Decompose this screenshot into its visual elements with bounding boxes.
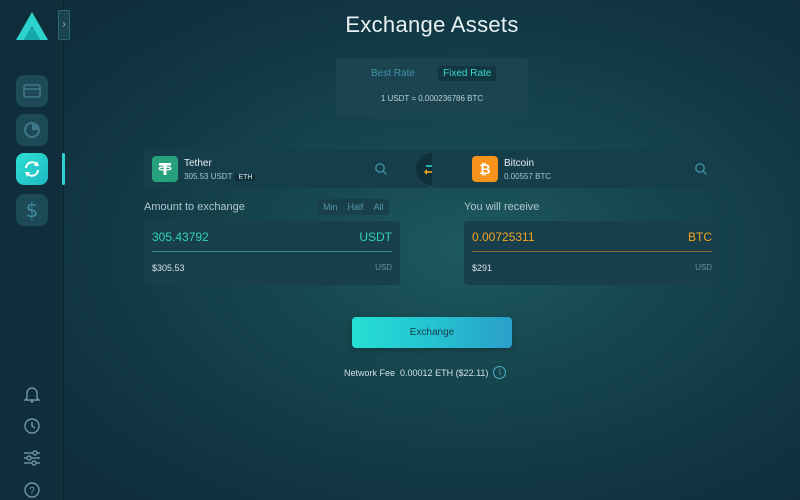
sidebar: › $ ? (0, 0, 70, 500)
dollar-icon: $ (25, 198, 39, 222)
rate-selector: Best Rate Fixed Rate 1 USDT = 0.00023678… (336, 58, 528, 116)
search-icon[interactable] (694, 162, 708, 176)
amount-to-exchange-label: Amount to exchange (144, 201, 245, 213)
from-asset-name: Tether (184, 158, 212, 169)
help-icon: ? (24, 482, 40, 498)
bell-icon (24, 387, 40, 403)
receive-amount-card: 0.00725311 BTC $291 USD (464, 221, 720, 285)
network-fee-label: Network Fee (344, 367, 396, 378)
info-icon[interactable]: i (493, 366, 507, 379)
send-amount-input[interactable]: 305.43792 (152, 230, 209, 244)
from-asset-balance: 305.53 USDT ETH (184, 172, 256, 181)
tab-best-rate[interactable]: Best Rate (366, 66, 420, 81)
to-asset-balance: 0.00557 BTC (504, 172, 552, 181)
amount-preset-buttons: Min Half All (318, 199, 389, 215)
history-button[interactable] (22, 416, 42, 436)
search-icon[interactable] (374, 162, 388, 176)
send-currency: USDT (359, 230, 392, 244)
receive-usd-value: $291 (472, 263, 493, 273)
nav-portfolio[interactable] (16, 114, 48, 146)
send-usd-value: $305.53 (152, 263, 185, 273)
network-fee: Network Fee 0.00012 ETH ($22.11) i (344, 366, 507, 379)
page-title: Exchange Assets (345, 12, 519, 37)
half-button[interactable]: Half (343, 199, 369, 215)
nav-wallet[interactable] (16, 75, 48, 107)
app-logo[interactable] (14, 10, 50, 42)
send-usd-label: USD (375, 263, 392, 272)
portfolio-chart-icon (24, 122, 40, 138)
exchange-button[interactable]: Exchange (352, 317, 512, 348)
exchange-icon (25, 161, 39, 177)
wallet-icon (23, 84, 41, 98)
notifications-button[interactable] (22, 384, 42, 404)
network-fee-value: 0.00012 ETH ($22.11) (400, 367, 489, 378)
tether-icon (152, 156, 178, 182)
bitcoin-icon: ₿ (472, 156, 498, 182)
to-asset-name: Bitcoin (504, 158, 535, 169)
receive-currency: BTC (688, 230, 712, 244)
to-asset-selector[interactable]: ₿ Bitcoin 0.00557 BTC (432, 150, 720, 188)
nav-exchange[interactable] (16, 153, 48, 185)
svg-text:?: ? (29, 486, 35, 497)
receive-usd-label: USD (695, 263, 712, 272)
from-asset-selector[interactable]: Tether 305.53 USDT ETH (144, 150, 432, 188)
active-nav-indicator (62, 153, 65, 185)
input-underline (472, 251, 712, 252)
input-underline (152, 251, 392, 252)
min-button[interactable]: Min (318, 199, 343, 215)
send-amount-card: 305.43792 USDT $305.53 USD (144, 221, 400, 285)
from-balance-value: 305.53 USDT (184, 172, 233, 181)
settings-button[interactable] (22, 448, 42, 468)
all-button[interactable]: All (369, 199, 389, 215)
receive-amount: 0.00725311 (472, 230, 535, 244)
you-will-receive-label: You will receive (464, 201, 540, 213)
settings-sliders-icon (24, 450, 40, 466)
exchange-rate-text: 1 USDT = 0.000236786 BTC (380, 94, 484, 103)
tab-fixed-rate[interactable]: Fixed Rate (438, 66, 497, 81)
history-icon (24, 418, 40, 434)
help-button[interactable]: ? (22, 480, 42, 500)
chain-badge: ETH (235, 174, 256, 181)
nav-buy[interactable]: $ (16, 194, 48, 226)
